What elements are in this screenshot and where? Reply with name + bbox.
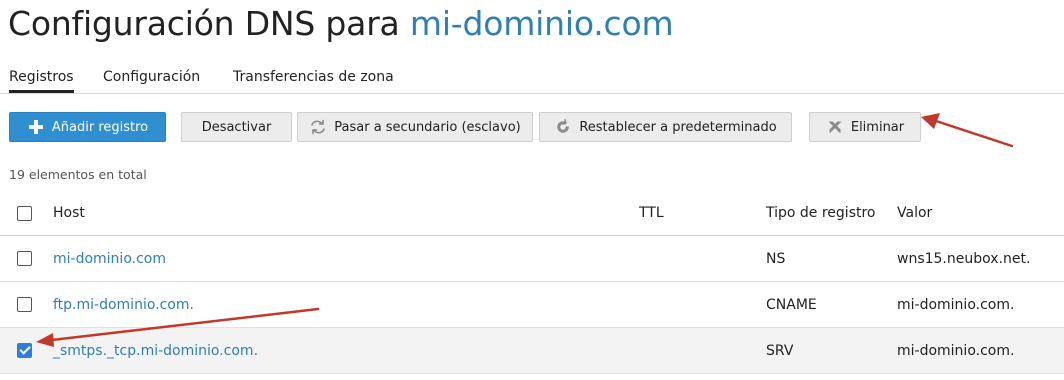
reset-default-label: Restablecer a predeterminado [579,119,777,135]
table-row: ftp.mi-dominio.com. CNAME mi-dominio.com… [0,282,1064,328]
items-total: 19 elementos en total [9,167,147,182]
column-record-type[interactable]: Tipo de registro [766,190,876,235]
delete-button[interactable]: Eliminar [809,112,921,142]
row-checkbox[interactable] [17,251,32,266]
add-record-label: Añadir registro [51,119,149,135]
arrow-to-delete-icon [921,113,1014,148]
refresh-icon [554,118,572,136]
delete-label: Eliminar [850,119,905,135]
page-title: Configuración DNS para mi-dominio.com [8,4,674,43]
select-all-checkbox[interactable] [17,206,32,221]
table-row: _smtps._tcp.mi-dominio.com. SRV mi-domin… [0,328,1064,374]
page-title-prefix: Configuración DNS para [8,4,410,43]
record-host-link[interactable]: ftp.mi-dominio.com. [53,282,194,327]
record-host-link[interactable]: mi-dominio.com [53,236,166,281]
page-title-domain: mi-dominio.com [409,4,674,43]
record-value: mi-dominio.com. [897,296,1015,313]
record-value: mi-dominio.com. [897,342,1015,359]
add-record-button[interactable]: Añadir registro [9,112,166,142]
tab-configuracion[interactable]: Configuración [103,69,200,85]
table-row: mi-dominio.com NS wns15.neubox.net. [0,236,1064,282]
table-header-row: Host TTL Tipo de registro Valor [0,190,1064,236]
row-checkbox[interactable] [17,297,32,312]
switch-to-secondary-button[interactable]: Pasar a secundario (esclavo) [297,112,533,142]
deactivate-button[interactable]: Desactivar [181,112,292,142]
tab-bar: Registros Configuración Transferencias d… [0,64,1064,94]
swap-arrows-icon [309,118,327,136]
record-host-link[interactable]: _smtps._tcp.mi-dominio.com. [53,328,258,373]
tab-transferencias-de-zona[interactable]: Transferencias de zona [233,69,394,85]
row-checkbox-checked[interactable] [17,343,32,358]
plus-icon [27,118,45,136]
reset-default-button[interactable]: Restablecer a predeterminado [539,112,792,142]
column-value[interactable]: Valor [897,190,932,235]
switch-to-secondary-label: Pasar a secundario (esclavo) [334,119,521,135]
x-icon [826,118,844,136]
column-host[interactable]: Host [53,190,85,235]
record-type: CNAME [766,296,817,313]
record-type: SRV [766,342,794,359]
column-ttl[interactable]: TTL [639,190,664,235]
tab-registros[interactable]: Registros [9,69,74,93]
record-value: wns15.neubox.net. [897,250,1031,267]
record-type: NS [766,250,786,267]
deactivate-label: Desactivar [201,119,272,135]
